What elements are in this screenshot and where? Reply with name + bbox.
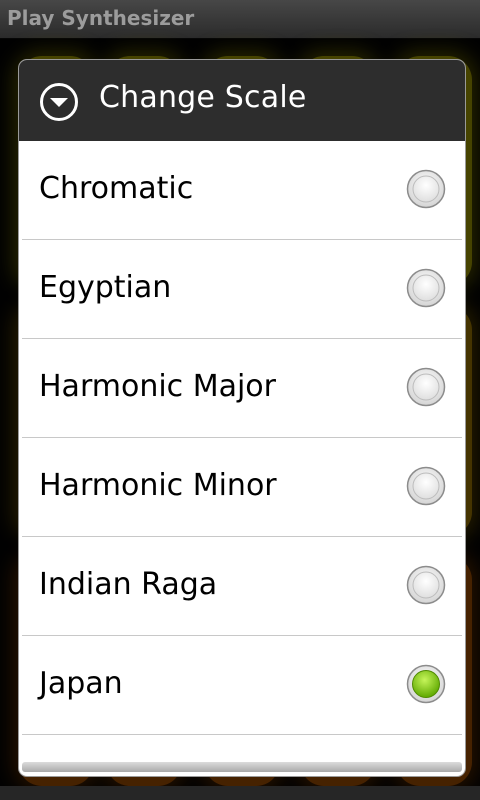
scale-option-chromatic[interactable]: Chromatic	[22, 141, 462, 240]
radio-selected-icon[interactable]	[406, 664, 446, 704]
bottom-bar	[0, 786, 480, 800]
dialog-title: Change Scale	[99, 80, 307, 115]
title-bar: Play Synthesizer	[0, 0, 480, 39]
radio-unselected-icon[interactable]	[406, 169, 446, 209]
radio-unselected-icon[interactable]	[406, 367, 446, 407]
radio-unselected-icon[interactable]	[406, 268, 446, 308]
scale-option-label: Harmonic Major	[39, 369, 276, 404]
scale-option-label: Chromatic	[39, 171, 194, 206]
change-scale-dialog: Change Scale Chromatic Egyptian Harmonic…	[19, 60, 465, 776]
radio-unselected-icon[interactable]	[406, 565, 446, 605]
scale-option-partial[interactable]	[22, 735, 462, 761]
dialog-header: Change Scale	[19, 60, 465, 141]
radio-unselected-icon[interactable]	[406, 466, 446, 506]
scale-option-label: Egyptian	[39, 270, 172, 305]
scale-option-harmonic-minor[interactable]: Harmonic Minor	[22, 438, 462, 537]
list-scrollbar[interactable]	[22, 762, 462, 772]
scale-option-label: Japan	[39, 666, 123, 701]
scale-option-japan[interactable]: Japan	[22, 636, 462, 735]
scale-option-harmonic-major[interactable]: Harmonic Major	[22, 339, 462, 438]
scale-option-label: Indian Raga	[39, 567, 218, 602]
scale-options-list[interactable]: Chromatic Egyptian Harmonic Major Harmon…	[19, 141, 465, 761]
scale-option-indian-raga[interactable]: Indian Raga	[22, 537, 462, 636]
app-screen: Play Synthesizer Change Scale Chromatic …	[0, 0, 480, 800]
scale-option-egyptian[interactable]: Egyptian	[22, 240, 462, 339]
scale-option-label: Harmonic Minor	[39, 468, 277, 503]
chevron-down-circle-icon	[40, 83, 78, 121]
app-title: Play Synthesizer	[7, 6, 195, 30]
